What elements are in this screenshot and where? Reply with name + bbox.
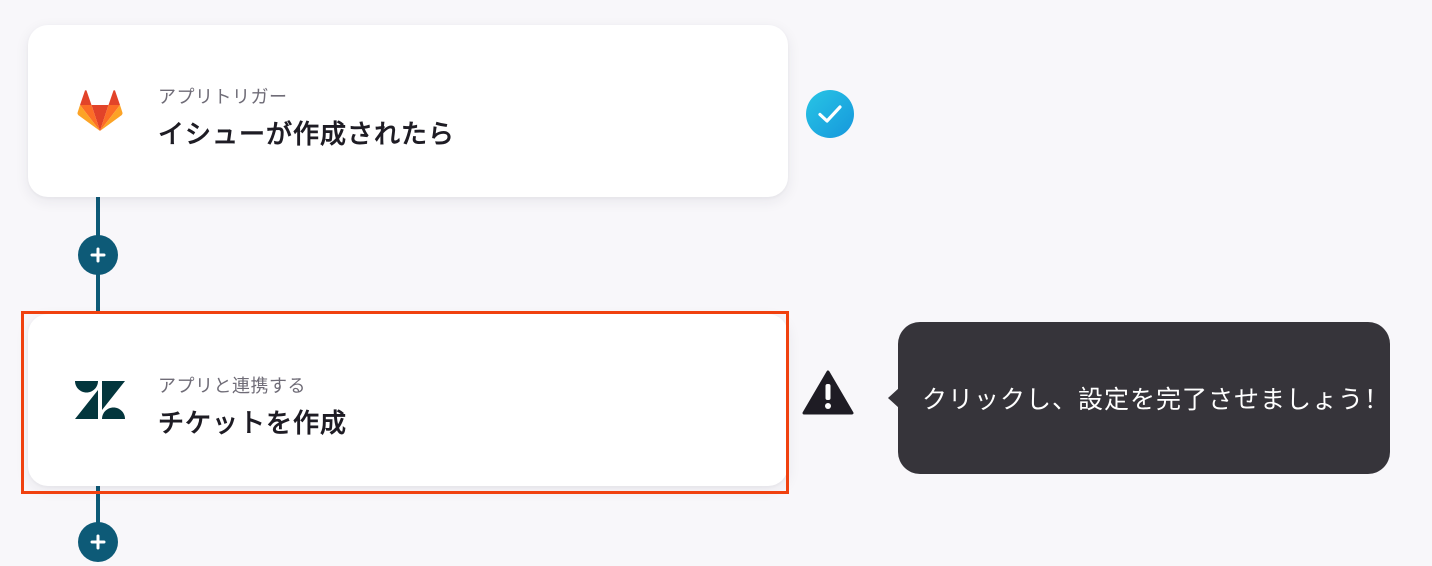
check-circle-icon bbox=[806, 90, 854, 138]
plus-icon bbox=[90, 247, 106, 263]
action-step-card[interactable]: アプリと連携する チケットを作成 bbox=[28, 314, 788, 486]
gitlab-icon bbox=[74, 85, 126, 137]
tooltip-text: クリックし、設定を完了させましょう！ bbox=[922, 385, 1391, 414]
add-step-button[interactable] bbox=[78, 235, 118, 275]
plus-icon bbox=[90, 534, 106, 550]
action-step-title: チケットを作成 bbox=[158, 409, 348, 439]
warning-icon bbox=[802, 370, 854, 416]
trigger-step-title: イシューが作成されたら bbox=[158, 120, 456, 150]
trigger-step-card[interactable]: アプリトリガー イシューが作成されたら bbox=[28, 25, 788, 197]
add-step-button[interactable] bbox=[78, 522, 118, 562]
zendesk-icon bbox=[74, 374, 126, 426]
setup-tooltip: クリックし、設定を完了させましょう！ bbox=[888, 322, 1391, 474]
trigger-step-subtitle: アプリトリガー bbox=[158, 87, 288, 108]
action-step-subtitle: アプリと連携する bbox=[158, 376, 306, 397]
